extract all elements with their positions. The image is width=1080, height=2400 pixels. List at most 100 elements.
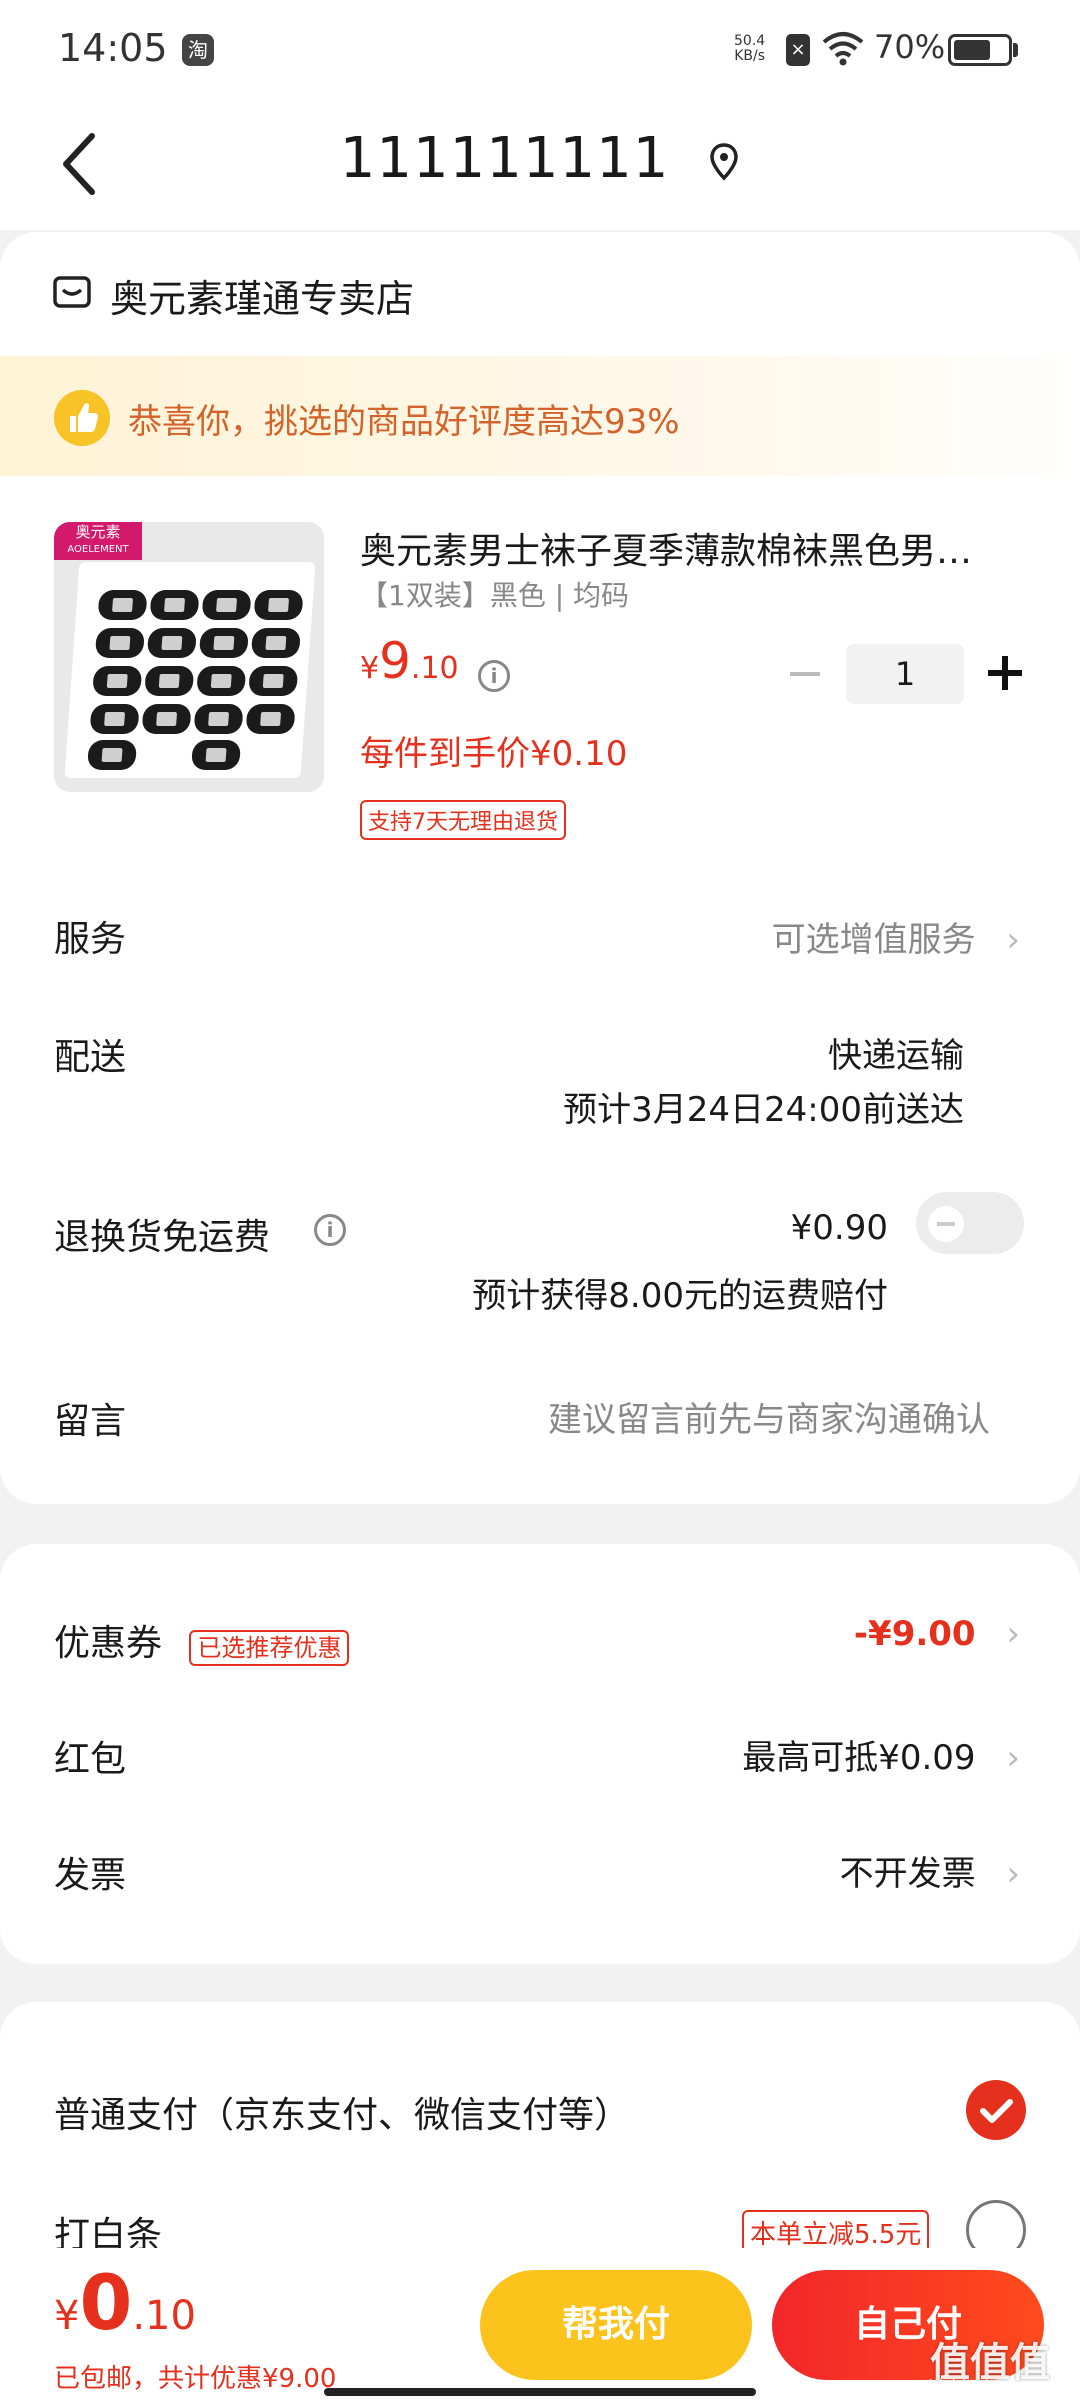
invoice-row[interactable]: 不开发票 › bbox=[840, 1846, 1020, 1895]
coupon-row[interactable]: -¥9.00 › bbox=[854, 1614, 1020, 1654]
battery-icon bbox=[948, 34, 1012, 66]
help-me-pay-button[interactable]: 帮我付 bbox=[480, 2270, 752, 2380]
sock bbox=[94, 628, 145, 658]
delivery-eta: 预计3月24日24:00前送达 bbox=[563, 1090, 964, 1130]
invoice-label: 发票 bbox=[54, 1855, 127, 1896]
redpacket-row[interactable]: 最高可抵¥0.09 › bbox=[742, 1730, 1020, 1779]
thumbs-up-glyph bbox=[70, 403, 98, 432]
message-input[interactable]: 建议留言前先与商家沟通确认 bbox=[548, 1392, 990, 1441]
network-speed: 50.4 KB/s bbox=[734, 34, 765, 64]
battery-cap bbox=[1013, 43, 1018, 57]
sock bbox=[201, 590, 252, 620]
wifi-icon bbox=[822, 32, 864, 66]
checkmark-glyph bbox=[980, 2099, 1013, 2123]
chevron-right-icon: › bbox=[1006, 1854, 1020, 1894]
return-shipping-toggle[interactable] bbox=[916, 1192, 1024, 1254]
sock bbox=[248, 666, 299, 696]
battery-fill bbox=[954, 40, 990, 60]
total-decimal: .10 bbox=[132, 2293, 196, 2339]
discounts-card: 优惠券 已选推荐优惠 -¥9.00 › 红包 最高可抵¥0.09 › 发票 不开… bbox=[0, 1544, 1080, 1964]
coupon-badge: 已选推荐优惠 bbox=[189, 1629, 350, 1666]
sock-box bbox=[64, 562, 316, 778]
redpacket-label: 红包 bbox=[54, 1739, 127, 1780]
home-indicator[interactable] bbox=[324, 2388, 756, 2396]
quantity-plus-button[interactable] bbox=[988, 656, 1022, 690]
status-bar: 14:05 淘 50.4 KB/s × 70% bbox=[0, 0, 1080, 100]
product-price: ¥9.10 bbox=[360, 632, 459, 690]
sock bbox=[144, 666, 195, 696]
return-shipping-price: ¥0.90 bbox=[790, 1208, 888, 1248]
taobao-notification-icon: 淘 bbox=[182, 34, 214, 66]
chevron-right-icon: › bbox=[1006, 1614, 1020, 1654]
location-pin-icon bbox=[710, 143, 738, 181]
coupon-value: -¥9.00 bbox=[853, 1614, 976, 1654]
address-title-text: 111111111 bbox=[339, 126, 670, 191]
sock bbox=[191, 740, 242, 770]
rating-banner-text: 恭喜你，挑选的商品好评度高达93% bbox=[128, 402, 680, 442]
sock bbox=[149, 590, 200, 620]
coupon-label: 优惠券 已选推荐优惠 bbox=[54, 1614, 350, 1666]
delivery-method[interactable]: 快递运输 bbox=[828, 1028, 964, 1077]
checkout-bar: ¥0.10 已包邮，共计优惠¥9.00 帮我付 自己付 bbox=[0, 2248, 1080, 2400]
total-price: ¥0.10 bbox=[54, 2258, 196, 2347]
sock bbox=[87, 740, 138, 770]
chevron-right-icon: › bbox=[1006, 920, 1020, 960]
brand-tag: 奥元素 AOELEMENT bbox=[54, 522, 142, 560]
chevron-right-icon: › bbox=[1006, 1738, 1020, 1778]
return-policy-badge: 支持7天无理由退货 bbox=[360, 800, 566, 840]
quantity-minus-button[interactable] bbox=[790, 672, 820, 676]
sock bbox=[196, 666, 247, 696]
return-shipping-label: 退换货免运费 bbox=[54, 1217, 271, 1258]
network-speed-value: 50.4 bbox=[734, 33, 766, 49]
quantity-value[interactable]: 1 bbox=[846, 644, 964, 704]
sock bbox=[92, 666, 143, 696]
service-row[interactable]: 可选增值服务 › bbox=[772, 912, 1020, 961]
total-symbol: ¥ bbox=[54, 2293, 80, 2339]
unit-price: 每件到手价¥0.10 bbox=[360, 734, 628, 774]
sock bbox=[146, 628, 197, 658]
status-time: 14:05 bbox=[58, 26, 168, 70]
total-summary: 已包邮，共计优惠¥9.00 bbox=[54, 2358, 336, 2395]
total-summary-text: 已包邮，共计优惠¥9.00 bbox=[54, 2364, 337, 2394]
sock bbox=[141, 704, 192, 734]
sock bbox=[250, 628, 301, 658]
order-item-card: 奥元素瑾通专卖店 恭喜你，挑选的商品好评度高达93% 奥元素 AOELEMENT… bbox=[0, 232, 1080, 1504]
price-integer: 9 bbox=[379, 632, 411, 690]
sock bbox=[89, 704, 140, 734]
product-name[interactable]: 奥元素男士袜子夏季薄款棉袜黑色男… bbox=[360, 522, 1030, 574]
product-spec[interactable]: 【1双装】黑色 | 均码 bbox=[360, 574, 629, 614]
watermark-url: zhizhizhi.com bbox=[920, 2376, 1029, 2395]
battery-percent: 70% bbox=[874, 28, 946, 66]
normal-payment-option[interactable]: 普通支付（京东支付、微信支付等） bbox=[54, 2086, 630, 2138]
network-speed-unit: KB/s bbox=[734, 48, 765, 64]
total-integer: 0 bbox=[79, 2258, 133, 2347]
shop-icon bbox=[53, 276, 91, 308]
toggle-knob bbox=[928, 1206, 964, 1242]
price-decimal: .10 bbox=[410, 651, 459, 686]
shop-name[interactable]: 奥元素瑾通专卖店 bbox=[110, 268, 414, 323]
sock bbox=[97, 590, 148, 620]
product-image[interactable]: 奥元素 AOELEMENT bbox=[54, 522, 324, 792]
sock bbox=[245, 704, 296, 734]
return-shipping-note: 预计获得8.00元的运费赔付 bbox=[472, 1276, 888, 1316]
message-label: 留言 bbox=[54, 1401, 127, 1442]
rating-banner: 恭喜你，挑选的商品好评度高达93% bbox=[0, 356, 1080, 476]
brand-tag-cn: 奥元素 bbox=[75, 523, 121, 541]
thumbs-up-icon bbox=[54, 390, 110, 446]
service-value: 可选增值服务 bbox=[771, 920, 976, 960]
page-header: 111111111 bbox=[0, 100, 1080, 230]
return-shipping-info-icon[interactable]: i bbox=[314, 1214, 346, 1246]
sock bbox=[253, 590, 304, 620]
brand-tag-en: AOELEMENT bbox=[67, 544, 129, 555]
address-title[interactable]: 111111111 bbox=[0, 126, 1080, 191]
no-sim-icon: × bbox=[786, 34, 810, 66]
service-label: 服务 bbox=[54, 919, 127, 960]
sock bbox=[193, 704, 244, 734]
sock bbox=[198, 628, 249, 658]
invoice-value: 不开发票 bbox=[839, 1854, 976, 1894]
price-symbol: ¥ bbox=[360, 651, 380, 686]
price-info-icon[interactable]: i bbox=[478, 660, 510, 692]
coupon-label-text: 优惠券 bbox=[54, 1623, 163, 1664]
checkmark-icon[interactable] bbox=[966, 2080, 1026, 2140]
redpacket-value: 最高可抵¥0.09 bbox=[742, 1738, 976, 1778]
